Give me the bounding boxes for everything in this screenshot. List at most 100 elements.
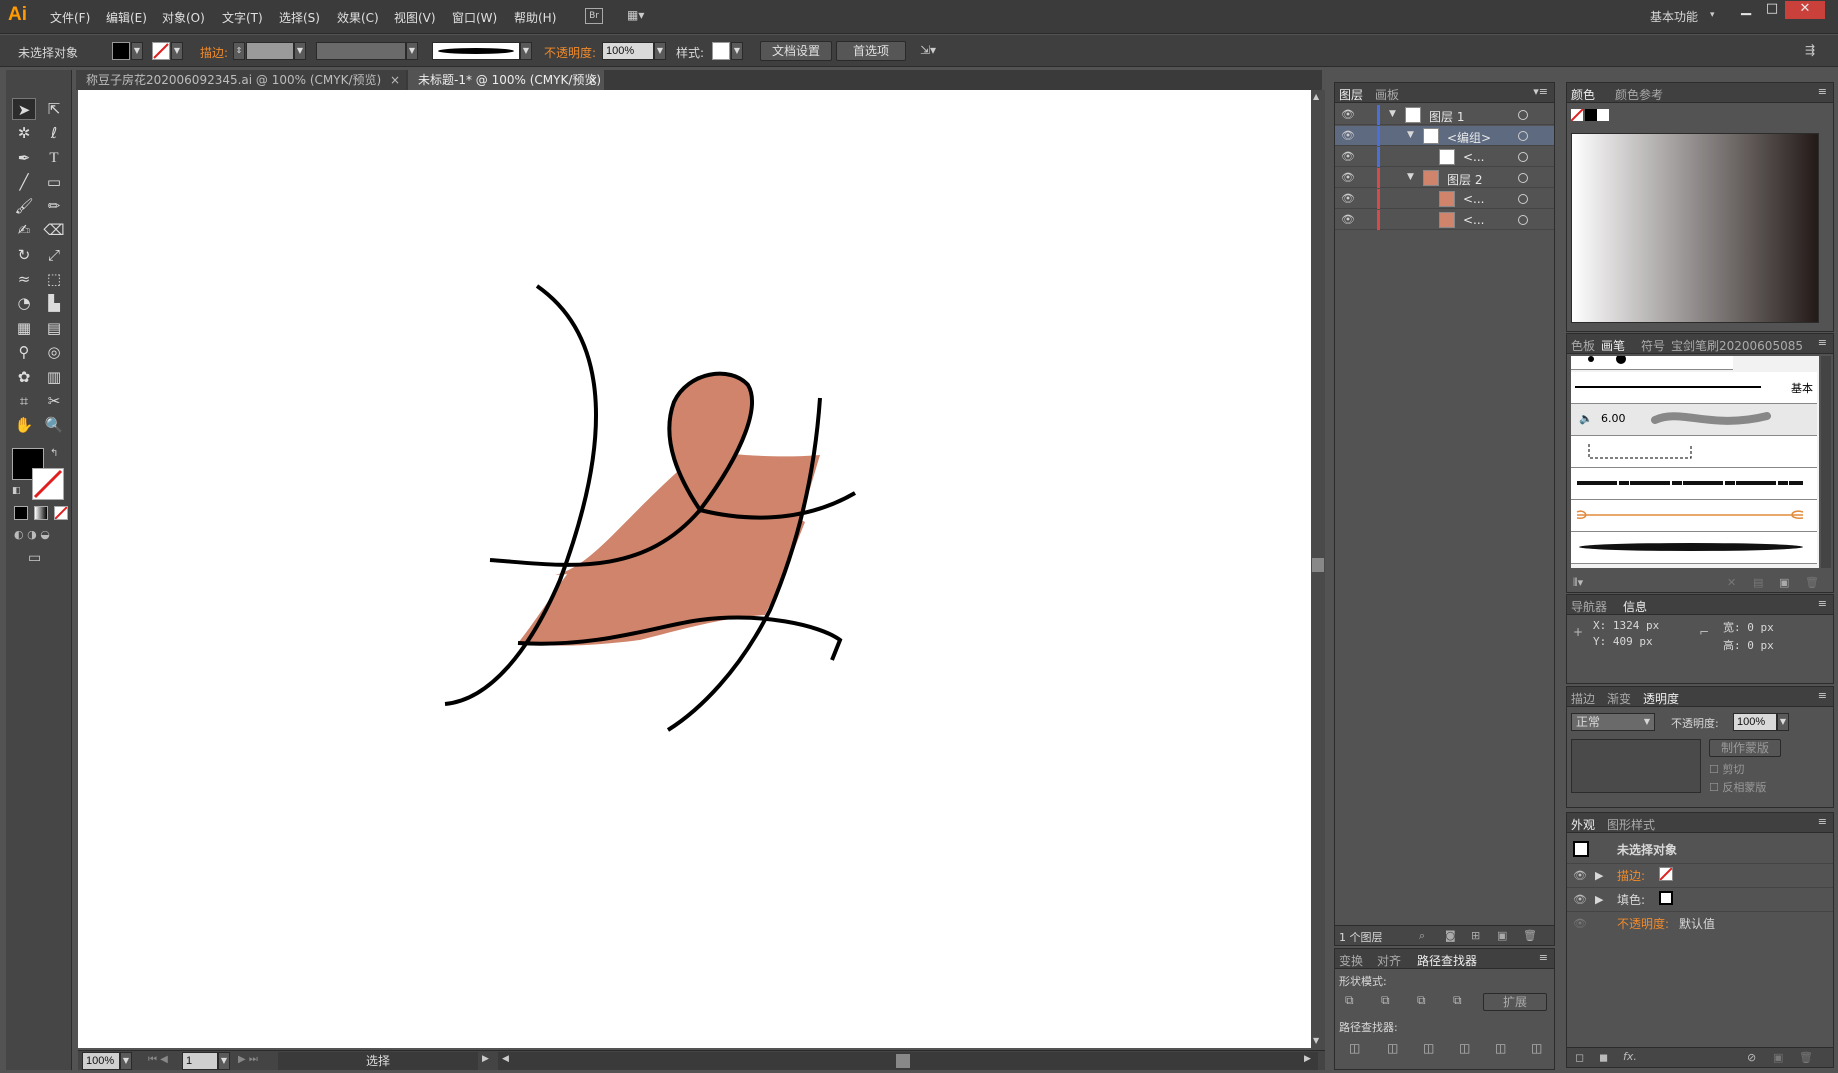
none-swatch-icon[interactable]	[1570, 108, 1584, 122]
locate-object-icon[interactable]: ⌕	[1419, 929, 1425, 943]
profile-dropdown[interactable]: ▼	[406, 42, 418, 60]
layer-row[interactable]: 👁 <...	[1335, 147, 1554, 167]
variable-width-profile[interactable]	[316, 42, 406, 60]
layer-name[interactable]: 图层 1	[1429, 108, 1464, 125]
opacity-attribute-label[interactable]: 不透明度:	[1617, 915, 1669, 932]
tab-swatches[interactable]: 色板	[1571, 337, 1595, 354]
tab-transparency[interactable]: 透明度	[1643, 690, 1679, 707]
type-tool-icon[interactable]: T	[42, 147, 66, 169]
default-colors-icon[interactable]: ◧	[12, 486, 21, 496]
brush-row-dashed[interactable]	[1571, 436, 1817, 468]
preferences-button[interactable]: 首选项	[836, 41, 906, 61]
zoom-tool-icon[interactable]: 🔍	[42, 414, 66, 436]
mesh-tool-icon[interactable]: ▦	[12, 317, 36, 339]
screen-mode-icon[interactable]: ▭	[28, 550, 52, 568]
gradient-tool-icon[interactable]: ▤	[42, 317, 66, 339]
shape-builder-icon[interactable]: ◔	[12, 292, 36, 314]
brush-library-menu-icon[interactable]: ⫴▾	[1573, 576, 1583, 590]
tab-color-guide[interactable]: 颜色参考	[1615, 86, 1663, 103]
close-icon[interactable]: ×	[588, 70, 598, 90]
brush-row-rough[interactable]	[1571, 468, 1817, 500]
layer-name[interactable]: <...	[1463, 213, 1485, 227]
blend-mode-select[interactable]: 正常 ▼	[1571, 713, 1655, 731]
trash-icon[interactable]: 🗑	[1799, 1051, 1813, 1064]
menu-window[interactable]: 窗口(W)	[452, 9, 497, 26]
visibility-eye-icon[interactable]: 👁	[1341, 108, 1355, 122]
brush-row-size[interactable]: 🔈 6.00	[1571, 404, 1817, 436]
brush-list-scrollbar[interactable]	[1821, 356, 1831, 568]
menu-edit[interactable]: 编辑(E)	[106, 9, 147, 26]
menu-select[interactable]: 选择(S)	[279, 9, 320, 26]
close-icon[interactable]: ×	[390, 70, 400, 90]
layer-name[interactable]: <...	[1463, 192, 1485, 206]
visibility-eye-icon[interactable]: 👁	[1573, 893, 1587, 906]
panel-menu-icon[interactable]: ≡	[1818, 85, 1827, 98]
expand-arrow-icon[interactable]: ▼	[1407, 130, 1414, 140]
target-circle-icon[interactable]	[1518, 215, 1528, 225]
panel-menu-icon[interactable]: ≡	[1818, 689, 1827, 702]
stroke-weight-stepper[interactable]: ⇕	[233, 42, 245, 60]
panel-menu-icon[interactable]: ≡	[1818, 597, 1827, 610]
merge-icon[interactable]: ◫	[1423, 1041, 1434, 1055]
panel-menu-icon[interactable]: ≡	[1818, 815, 1827, 828]
chevron-down-icon[interactable]: ▾	[1710, 10, 1715, 20]
stroke-weight-dropdown[interactable]: ▼	[294, 42, 306, 60]
target-circle-icon[interactable]	[1518, 131, 1528, 141]
scroll-thumb[interactable]	[1312, 558, 1324, 572]
brush-definition[interactable]	[432, 42, 520, 60]
menu-object[interactable]: 对象(O)	[162, 9, 205, 26]
crop-icon[interactable]: ◫	[1459, 1041, 1470, 1055]
pen-tool-icon[interactable]: ✒	[12, 147, 36, 169]
brush-dropdown[interactable]: ▼	[520, 42, 532, 60]
tab-color[interactable]: 颜色	[1571, 86, 1595, 103]
status-menu-icon[interactable]: ▶	[482, 1054, 489, 1064]
make-mask-button[interactable]: 制作蒙版	[1709, 739, 1781, 757]
horizontal-scrollbar[interactable]: ◀ ▶	[498, 1052, 1318, 1070]
expand-arrow-icon[interactable]: ▶	[1595, 893, 1603, 906]
visibility-eye-icon[interactable]: 👁	[1341, 192, 1355, 206]
stroke-attribute-swatch[interactable]	[1659, 867, 1673, 881]
tab-align[interactable]: 对齐	[1377, 952, 1401, 969]
close-icon[interactable]: ✕	[1785, 1, 1825, 19]
expand-arrow-icon[interactable]: ▶	[1595, 869, 1603, 882]
clear-appearance-icon[interactable]: ⊘	[1747, 1051, 1756, 1064]
opacity-field[interactable]: 100%	[602, 42, 654, 60]
scroll-thumb[interactable]	[896, 1054, 910, 1068]
stroke-label[interactable]: 描边:	[200, 44, 228, 61]
direct-selection-tool-icon[interactable]: ⇱	[42, 98, 66, 120]
tab-brushes[interactable]: 画笔	[1601, 337, 1625, 354]
blend-tool-icon[interactable]: ◎	[42, 341, 66, 363]
none-mode-icon[interactable]	[54, 506, 68, 520]
slice-tool-icon[interactable]: ✂	[42, 390, 66, 412]
column-graph-icon[interactable]: ▥	[42, 366, 66, 388]
fill-attribute-swatch[interactable]	[1659, 891, 1673, 905]
opacity-field[interactable]: 100%	[1733, 713, 1777, 731]
tab-artboards[interactable]: 画板	[1375, 86, 1399, 103]
document-tab[interactable]: 称豆子房花202006092345.ai @ 100% (CMYK/预览) ×	[76, 70, 406, 90]
duplicate-item-icon[interactable]: ▣	[1773, 1051, 1783, 1064]
layer-name[interactable]: 图层 2	[1447, 171, 1482, 188]
stroke-weight-field[interactable]	[246, 42, 294, 60]
clip-checkbox[interactable]: ☐ 剪切	[1709, 761, 1744, 777]
expand-button[interactable]: 扩展	[1483, 993, 1547, 1011]
isolate-icon[interactable]: ⇲▾	[920, 43, 936, 57]
zoom-field[interactable]: 100%	[82, 1052, 120, 1070]
paintbrush-icon[interactable]: 🖌	[12, 195, 36, 217]
add-fill-icon[interactable]: ◼	[1599, 1051, 1608, 1064]
brush-row-orange[interactable]	[1571, 500, 1817, 532]
create-sublayer-icon[interactable]: ⊞	[1471, 929, 1480, 942]
fill-attribute-label[interactable]: 填色:	[1617, 891, 1645, 908]
stroke-attribute-label[interactable]: 描边:	[1617, 867, 1645, 884]
tab-gradient[interactable]: 渐变	[1607, 690, 1631, 707]
layer-name[interactable]: <...	[1463, 150, 1485, 164]
options-icon[interactable]: ▤	[1753, 576, 1763, 589]
new-brush-icon[interactable]: ▣	[1779, 576, 1789, 589]
current-tool-status[interactable]: 选择	[278, 1052, 478, 1070]
tab-brush-library[interactable]: 宝剑笔刷20200605085	[1671, 337, 1811, 354]
stroke-swatch[interactable]	[152, 42, 170, 60]
width-tool-icon[interactable]: ≈	[12, 268, 36, 290]
outline-icon[interactable]: ◫	[1495, 1041, 1506, 1055]
eraser-icon[interactable]: ⌫	[42, 219, 66, 241]
maximize-icon[interactable]: □	[1759, 1, 1785, 19]
panel-menu-icon[interactable]: ⇶	[1805, 43, 1815, 57]
